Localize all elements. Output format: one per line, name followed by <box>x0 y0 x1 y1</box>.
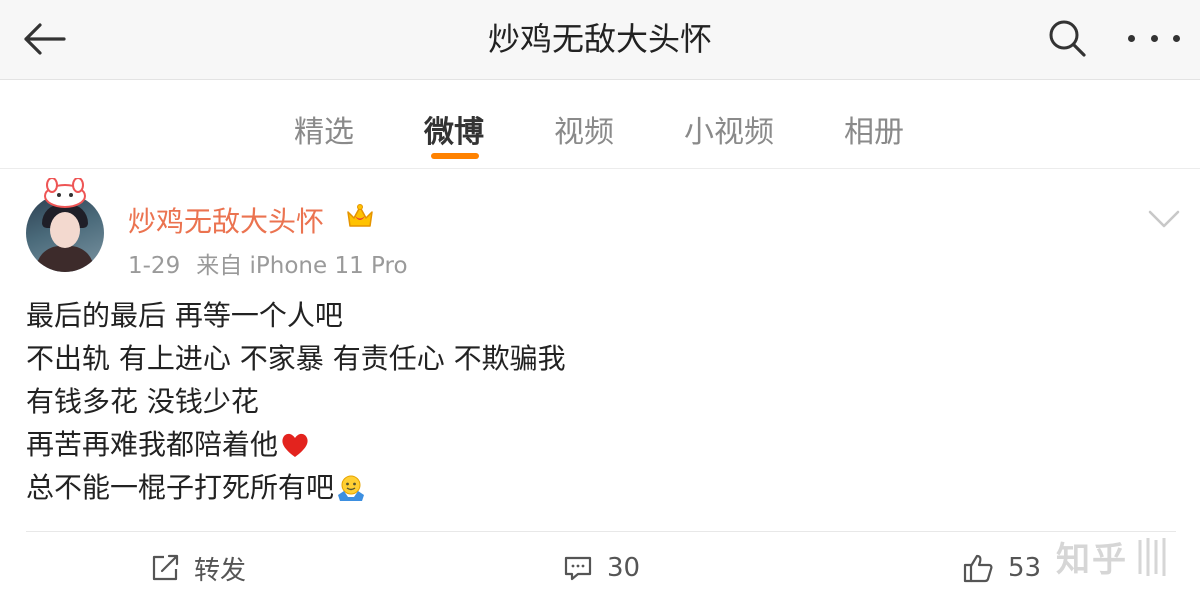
more-dot-icon <box>1150 34 1158 42</box>
post-source: 来自 iPhone 11 Pro <box>196 253 408 279</box>
top-bar: 炒鸡无敌大头怀 <box>0 0 1200 80</box>
watermark-text: 知乎 <box>1056 540 1128 580</box>
active-tab-indicator <box>431 153 479 159</box>
divider <box>26 531 1176 532</box>
post-line: 不出轨 有上进心 不家暴 有责任心 不欺骗我 <box>26 342 566 375</box>
avatar-pendant-icon <box>44 178 86 208</box>
post-line: 再苦再难我都陪着他 <box>26 423 1176 466</box>
like-count: 53 <box>1008 553 1042 583</box>
repost-button[interactable]: 转发 <box>150 548 246 588</box>
like-button[interactable]: 53 <box>962 548 1041 588</box>
more-button[interactable] <box>1128 22 1180 54</box>
vip-crown-icon[interactable] <box>345 202 375 230</box>
post-body: 最后的最后 再等一个人吧 不出轨 有上进心 不家暴 有责任心 不欺骗我 有钱多花… <box>26 294 1176 509</box>
post-card: 炒鸡无敌大头怀 1-29 来自 iPhone 11 Pro 最后的最后 再等一个人… <box>0 170 1200 602</box>
post-meta: 1-29 来自 iPhone 11 Pro <box>128 246 408 280</box>
watermark-logo-icon <box>1138 538 1166 576</box>
tab-video[interactable]: 视频 <box>554 107 614 151</box>
shrug-emoji-icon <box>338 475 365 501</box>
post-username[interactable]: 炒鸡无敌大头怀 <box>128 200 324 240</box>
more-dot-icon <box>1173 34 1180 42</box>
repost-label: 转发 <box>194 555 247 586</box>
tab-featured[interactable]: 精选 <box>294 107 354 151</box>
chevron-down-icon[interactable] <box>1146 204 1182 232</box>
repost-icon <box>152 554 179 581</box>
thumbs-up-icon <box>963 554 993 583</box>
search-icon <box>1049 20 1086 57</box>
search-button[interactable] <box>1044 14 1090 62</box>
heart-emoji-icon <box>282 433 308 457</box>
more-dot-icon <box>1128 34 1135 42</box>
tab-short-video[interactable]: 小视频 <box>684 107 774 151</box>
post-line: 有钱多花 没钱少花 <box>26 385 259 418</box>
tab-album[interactable]: 相册 <box>844 107 904 151</box>
comment-button[interactable]: 30 <box>563 548 640 588</box>
page-title: 炒鸡无敌大头怀 <box>487 20 712 58</box>
profile-tabs: 精选 微博 视频 小视频 相册 <box>0 81 1200 169</box>
comment-count: 30 <box>607 553 641 583</box>
comment-icon <box>564 556 592 581</box>
post-line: 总不能一棍子打死所有吧 <box>26 466 1176 509</box>
post-line: 最后的最后 再等一个人吧 <box>26 299 343 332</box>
post-date: 1-29 <box>128 253 181 279</box>
tab-weibo[interactable]: 微博 <box>424 107 484 151</box>
